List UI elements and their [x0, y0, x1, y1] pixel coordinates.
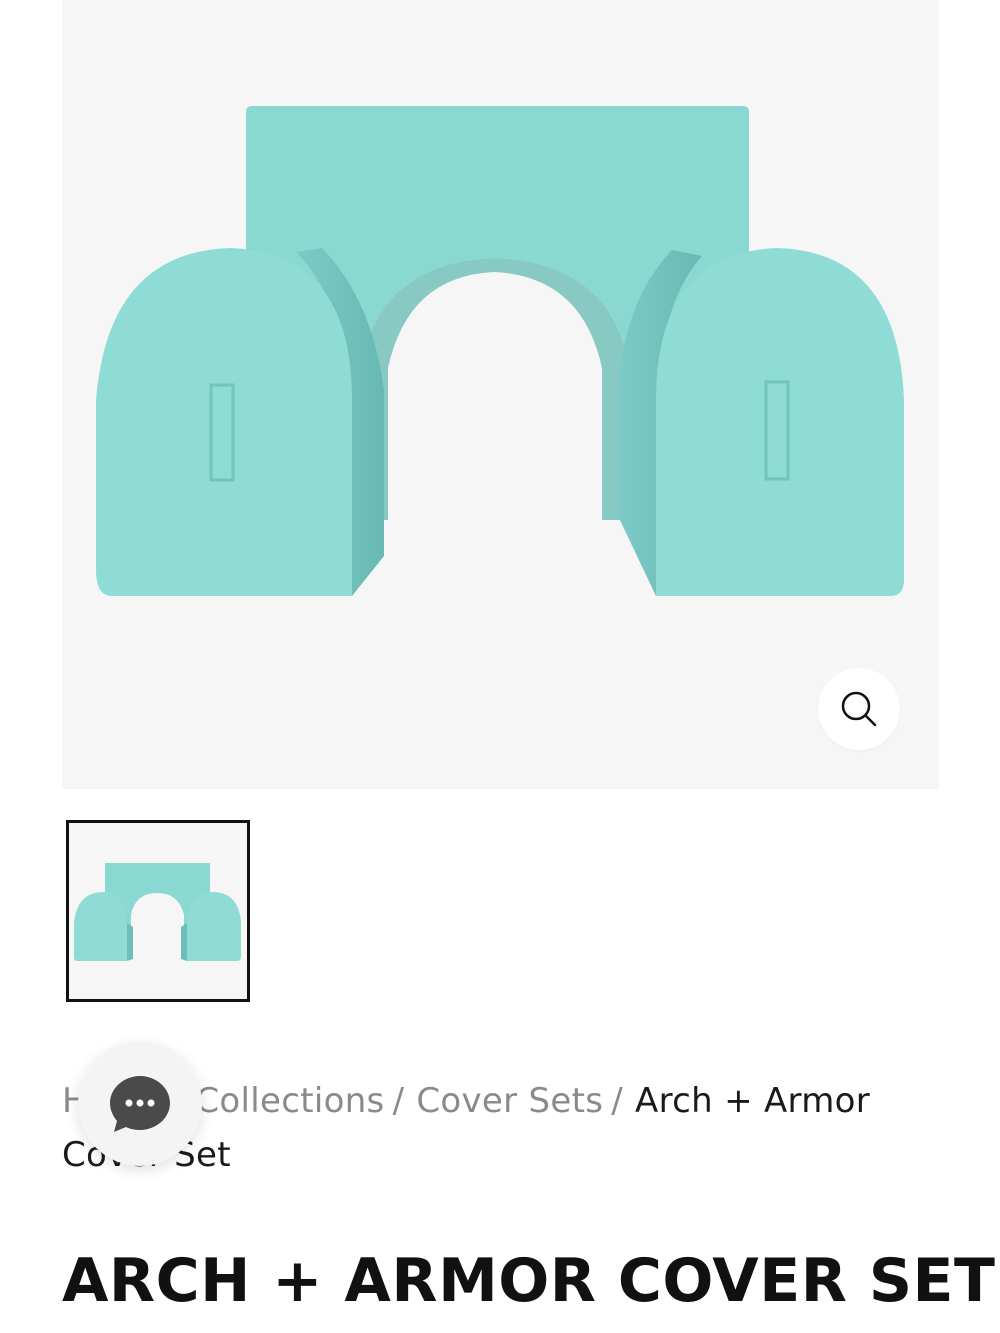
breadcrumb-separator: / — [392, 1081, 405, 1121]
product-thumbnail[interactable] — [66, 820, 250, 1002]
product-main-image — [96, 106, 904, 596]
breadcrumb-cover-sets[interactable]: Cover Sets — [416, 1081, 603, 1121]
thumbnail-image — [74, 863, 241, 961]
chat-bubble-icon — [110, 1076, 170, 1132]
chat-button[interactable] — [78, 1042, 202, 1166]
zoom-button[interactable] — [818, 668, 900, 750]
search-icon — [841, 691, 877, 727]
product-title: ARCH + ARMOR COVER SET — [62, 1246, 996, 1316]
breadcrumb-separator: / — [611, 1081, 624, 1121]
breadcrumb-collections[interactable]: Collections — [195, 1081, 384, 1121]
product-gallery — [62, 0, 939, 789]
